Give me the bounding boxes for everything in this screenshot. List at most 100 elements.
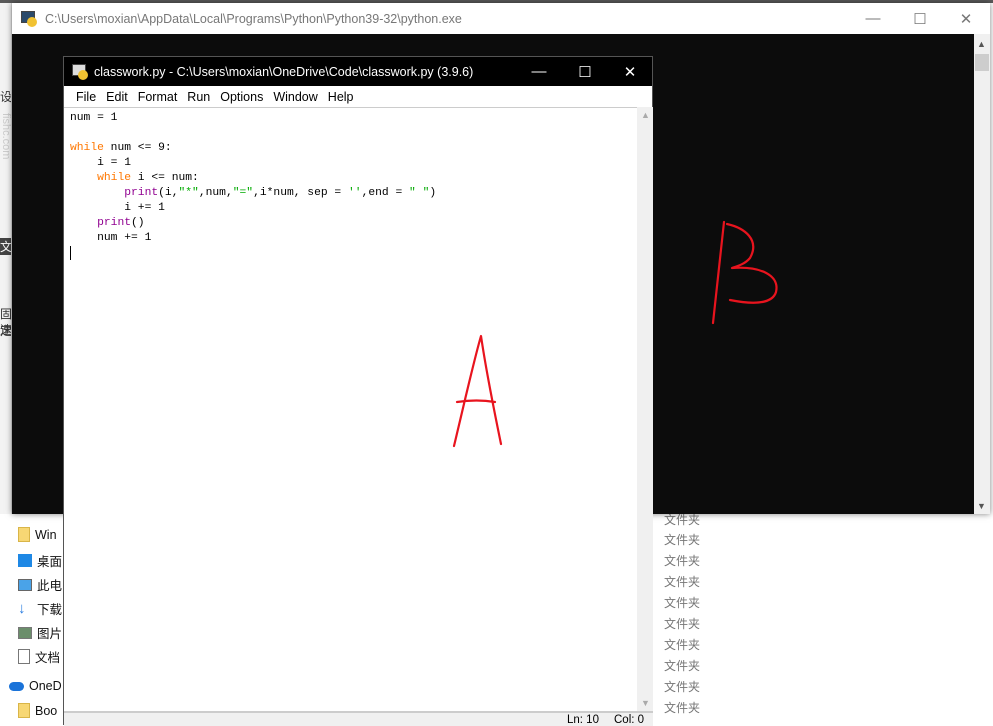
type-cell: 文件夹 xyxy=(664,680,701,694)
code-line: print() xyxy=(70,216,637,231)
maximize-button[interactable]: ☐ xyxy=(562,57,608,86)
code-line: i = 1 xyxy=(70,156,637,171)
code-token: (i, xyxy=(158,187,179,199)
code-line: num += 1 xyxy=(70,231,637,246)
nav-item[interactable]: Win xyxy=(18,527,57,542)
code-token: i <= num: xyxy=(131,172,199,184)
menu-run[interactable]: Run xyxy=(182,90,215,104)
editor-scrollbar[interactable]: ▲ ▼ xyxy=(637,107,653,711)
type-cell: 文件夹 xyxy=(664,701,701,715)
type-cell: 文件夹 xyxy=(664,659,701,673)
menu-options[interactable]: Options xyxy=(215,90,268,104)
pc-icon xyxy=(18,578,32,591)
close-button[interactable]: ✕ xyxy=(607,57,653,86)
folder-icon xyxy=(18,703,30,718)
close-button[interactable]: ✕ xyxy=(943,3,989,34)
keyword-token: while xyxy=(70,142,104,154)
code-token: ,end = xyxy=(361,187,410,199)
nav-item[interactable]: 图片 xyxy=(18,623,62,642)
desktop-icon xyxy=(18,554,32,567)
code-editor[interactable]: num = 1 while num <= 9: i = 1 while i <= … xyxy=(64,107,637,711)
idle-editor-window[interactable]: classwork.py - C:\Users\moxian\OneDrive\… xyxy=(63,56,653,726)
idle-title: classwork.py - C:\Users\moxian\OneDrive\… xyxy=(94,64,474,79)
code-token: ) xyxy=(429,187,437,199)
code-token: () xyxy=(131,217,145,229)
minimize-button[interactable]: — xyxy=(516,57,562,86)
nav-label: 文档 xyxy=(35,651,61,665)
type-cell: 文件夹 xyxy=(664,554,701,568)
column-number: Col: 0 xyxy=(614,714,645,726)
nav-label: 此电 xyxy=(37,579,63,593)
minimize-button[interactable]: — xyxy=(850,3,896,34)
code-token: num <= 9: xyxy=(103,142,172,154)
folder-icon xyxy=(18,527,30,542)
nav-label: Boo xyxy=(35,703,58,718)
code-token: num = 1 xyxy=(70,112,118,124)
nav-label: 下载 xyxy=(37,603,63,617)
scroll-down-icon[interactable]: ▼ xyxy=(977,501,986,511)
code-line: while i <= num: xyxy=(70,171,637,186)
string-token: "*" xyxy=(178,187,199,199)
pictures-icon xyxy=(18,626,32,639)
menu-help[interactable]: Help xyxy=(323,90,359,104)
line-number: Ln: 10 xyxy=(567,714,599,726)
background-text: 设 xyxy=(0,90,12,104)
idle-file-icon xyxy=(72,63,88,80)
documents-icon xyxy=(18,649,30,664)
nav-item[interactable]: OneD xyxy=(9,679,62,693)
onedrive-icon xyxy=(9,681,24,691)
scroll-up-icon[interactable]: ▲ xyxy=(977,39,986,49)
nav-item[interactable]: 文档 xyxy=(18,647,60,666)
type-cell: 文件夹 xyxy=(664,575,701,589)
menu-window[interactable]: Window xyxy=(268,90,322,104)
menu-file[interactable]: File xyxy=(71,90,101,104)
nav-item[interactable]: 桌面 xyxy=(18,551,62,570)
python-console-icon xyxy=(21,10,37,27)
nav-label: OneD xyxy=(29,679,62,693)
code-token: ,num, xyxy=(198,187,233,199)
menu-format[interactable]: Format xyxy=(133,90,183,104)
idle-title-bar[interactable]: classwork.py - C:\Users\moxian\OneDrive\… xyxy=(64,57,652,86)
string-token: "=" xyxy=(232,187,254,199)
status-bar: Ln: 10 Col: 0 xyxy=(64,711,653,726)
code-line: while num <= 9: xyxy=(70,141,637,156)
nav-label: Win xyxy=(35,527,57,542)
scroll-up-icon[interactable]: ▲ xyxy=(641,110,650,120)
nav-item[interactable]: Boo xyxy=(18,703,57,718)
maximize-button[interactable]: ☐ xyxy=(897,3,943,34)
text-cursor xyxy=(70,246,71,260)
scrollbar-thumb[interactable] xyxy=(975,54,989,71)
keyword-token: while xyxy=(97,172,132,184)
explorer-file-list: 文件夹 文件夹 文件夹 文件夹 文件夹 文件夹 文件夹 文件夹 文件夹 文件夹 xyxy=(653,513,993,725)
string-token: '' xyxy=(348,187,362,199)
builtin-token: print xyxy=(97,217,132,229)
scroll-down-icon[interactable]: ▼ xyxy=(641,698,650,708)
builtin-token: print xyxy=(124,187,159,199)
console-scrollbar[interactable]: ▲ ▼ xyxy=(974,34,990,514)
console-title-bar[interactable]: C:\Users\moxian\AppData\Local\Programs\P… xyxy=(12,3,990,34)
type-cell: 文件夹 xyxy=(664,617,701,631)
nav-item[interactable]: ↓ 下载 xyxy=(18,599,62,618)
code-line: i += 1 xyxy=(70,201,637,216)
background-text: 文 xyxy=(0,238,12,255)
code-token: i = 1 xyxy=(70,157,132,169)
explorer-nav-pane: Win 桌面 此电 ↓ 下载 图片 文档 OneD Boo xyxy=(0,514,63,725)
menu-bar: File Edit Format Run Options Window Help xyxy=(64,86,652,107)
nav-item[interactable]: 此电 xyxy=(18,575,62,594)
download-icon: ↓ xyxy=(18,600,26,617)
code-token: i += 1 xyxy=(70,202,165,214)
code-line: print(i,"*",num,"=",i*num, sep = '',end … xyxy=(70,186,637,201)
menu-edit[interactable]: Edit xyxy=(101,90,133,104)
code-token: ,i*num, sep = xyxy=(253,187,348,199)
type-cell: 文件夹 xyxy=(664,533,701,547)
string-token: " " xyxy=(409,187,430,199)
type-cell: 文件夹 xyxy=(664,638,701,652)
nav-label: 图片 xyxy=(37,627,63,641)
code-token: num += 1 xyxy=(70,232,152,244)
console-title: C:\Users\moxian\AppData\Local\Programs\P… xyxy=(45,11,462,26)
background-browser-edge: 设 fishc.com 文 固定 速 xyxy=(0,3,12,523)
